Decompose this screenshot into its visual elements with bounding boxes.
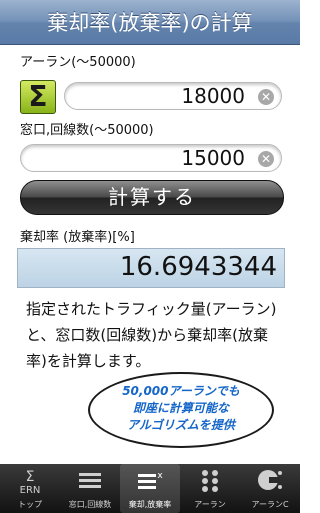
tab-abandon-rate[interactable]: x 棄却,放棄率: [120, 464, 180, 513]
erlang-input[interactable]: 18000 ✕: [64, 82, 282, 110]
clear-icon[interactable]: ✕: [258, 151, 274, 167]
calculate-button[interactable]: 計算する: [20, 180, 284, 215]
promo-bubble: 50,000アーランでも 即座に計算可能な アルゴリズムを提供: [88, 372, 274, 448]
tab-label: アーランC: [251, 500, 289, 509]
tab-label: トップ: [18, 500, 42, 509]
svg-text:x: x: [157, 471, 163, 481]
sigma-icon: Σ: [28, 80, 48, 113]
erlang-sigma-icon: Σ ERN: [0, 467, 60, 496]
promo-line: アルゴリズムを提供: [127, 418, 235, 432]
result-value: 16.6943344: [119, 252, 277, 282]
windows-label: 窓口,回線数(〜50000): [20, 123, 154, 138]
svg-text:Σ: Σ: [26, 469, 35, 485]
tab-label: 窓口,回線数: [68, 500, 112, 509]
erlang-c-icon: [240, 467, 300, 495]
lines-icon: [60, 467, 120, 495]
sum-button[interactable]: Σ: [20, 80, 56, 114]
promo-line: 50,000アーランでも: [122, 384, 240, 398]
page-title: 棄却率(放棄率)の計算: [47, 11, 253, 35]
clear-icon[interactable]: ✕: [258, 89, 274, 105]
tab-erlang[interactable]: アーラン: [180, 464, 240, 513]
promo-text: 50,000アーランでも 即座に計算可能な アルゴリズムを提供: [90, 383, 272, 434]
svg-text:ERN: ERN: [20, 485, 41, 495]
tab-label: 棄却,放棄率: [128, 500, 172, 509]
navigation-bar: 棄却率(放棄率)の計算: [0, 0, 300, 45]
description-text: 指定されたトラフィック量(アーラン)と、窓口数(回線数)から棄却率(放棄率)を計…: [26, 300, 277, 370]
erlang-input-value: 18000: [181, 84, 245, 108]
tab-erlang-c[interactable]: アーランC: [240, 464, 300, 513]
tab-bar: Σ ERN トップ 窓口,回線数 x 棄却,放棄率 アーラン アーランC: [0, 464, 300, 513]
result-field: 16.6943344: [17, 248, 285, 288]
windows-input[interactable]: 15000 ✕: [20, 144, 282, 172]
tab-top[interactable]: Σ ERN トップ: [0, 464, 60, 513]
result-label: 棄却率 (放棄率)[%]: [20, 230, 135, 245]
tab-label: アーラン: [194, 500, 226, 509]
tab-windows-lines[interactable]: 窓口,回線数: [60, 464, 120, 513]
erlang-label: アーラン(〜50000): [20, 55, 136, 70]
dots-grid-icon: [180, 467, 240, 495]
abandon-rate-icon: x: [120, 467, 180, 495]
windows-input-value: 15000: [181, 146, 245, 170]
promo-line: 即座に計算可能な: [132, 401, 229, 415]
